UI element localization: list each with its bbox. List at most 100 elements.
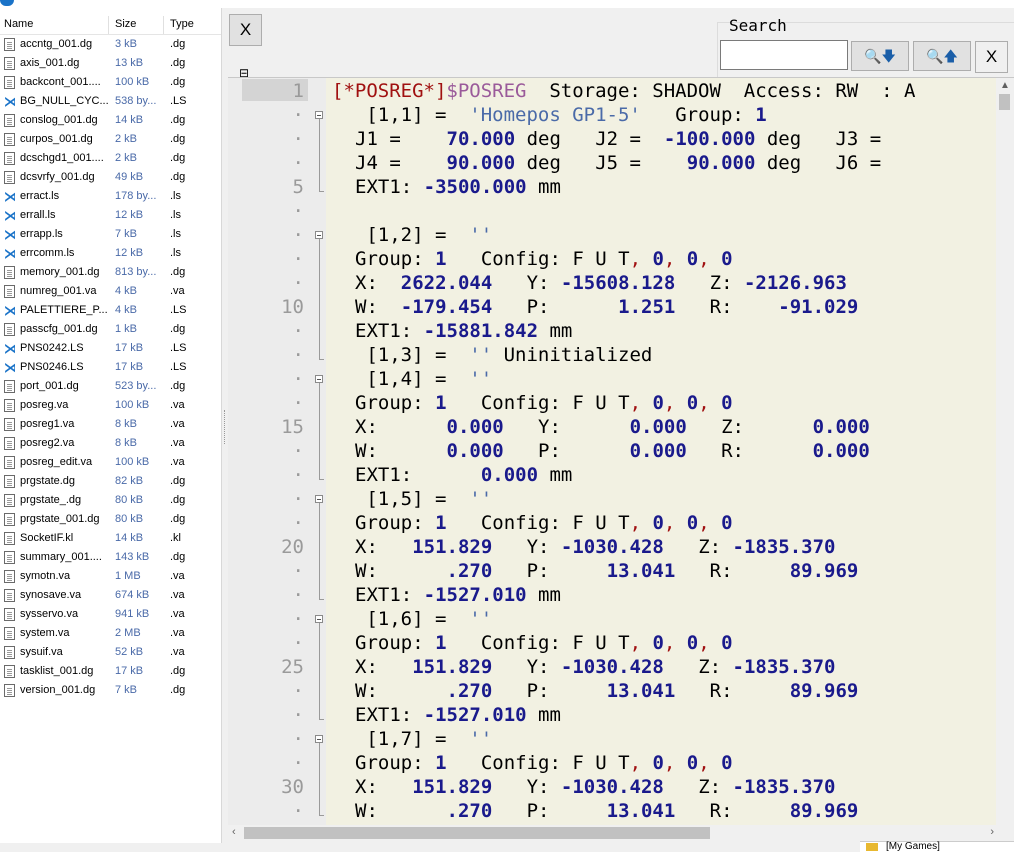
- file-list-row[interactable]: prgstate.dg 82 kB .dg: [0, 472, 221, 491]
- taskbar-item[interactable]: [My Games]: [860, 841, 1014, 852]
- code-token: 89.969: [789, 680, 859, 702]
- file-list-row[interactable]: sysservo.va 941 kB .va: [0, 605, 221, 624]
- file-size: 2 MB: [115, 627, 141, 639]
- file-list-row[interactable]: numreg_001.va 4 kB .va: [0, 282, 221, 301]
- search-next-button[interactable]: 🔍🡇: [851, 41, 909, 71]
- file-list-row[interactable]: curpos_001.dg 2 kB .dg: [0, 130, 221, 149]
- file-list-row[interactable]: prgstate_.dg 80 kB .dg: [0, 491, 221, 510]
- line-number: ·: [292, 152, 304, 174]
- file-list-row[interactable]: posreg.va 100 kB .va: [0, 396, 221, 415]
- code-line: [1,3] = '' Uninitialized: [332, 343, 652, 367]
- file-list-row[interactable]: axis_001.dg 13 kB .dg: [0, 54, 221, 73]
- scroll-right-icon[interactable]: ›: [990, 826, 994, 838]
- document-icon: [4, 665, 15, 678]
- scroll-up-icon[interactable]: ▲: [1000, 80, 1010, 91]
- file-list-row[interactable]: passcfg_001.dg 1 kB .dg: [0, 320, 221, 339]
- fold-guide-end: [319, 191, 324, 192]
- file-list-row[interactable]: accntg_001.dg 3 kB .dg: [0, 35, 221, 54]
- file-list-row[interactable]: posreg2.va 8 kB .va: [0, 434, 221, 453]
- fold-collapse-icon[interactable]: [315, 735, 323, 743]
- search-previous-button[interactable]: 🔍🡅: [913, 41, 971, 71]
- file-list-row[interactable]: system.va 2 MB .va: [0, 624, 221, 643]
- column-separator[interactable]: [163, 16, 164, 34]
- file-name: version_001.dg: [20, 684, 96, 696]
- document-icon: [4, 171, 15, 184]
- vscode-icon: ⋊: [4, 361, 15, 374]
- fold-collapse-icon[interactable]: [315, 375, 323, 383]
- file-name: prgstate.dg: [20, 475, 76, 487]
- file-list-row[interactable]: synosave.va 674 kB .va: [0, 586, 221, 605]
- code-token: [1,1] =: [332, 104, 470, 126]
- horizontal-scrollbar[interactable]: ‹ ›: [228, 825, 998, 841]
- code-token: [1,5] =: [332, 488, 470, 510]
- code-token: -1835.370: [732, 656, 836, 678]
- code-token: [1,4] =: [332, 368, 470, 390]
- code-editor[interactable]: 1 · · · 5 · · · · 10 · · · · 15 · · · · 20 · · · · 25 · · · · 30 · [*P…: [228, 77, 1014, 826]
- file-list-row[interactable]: version_001.dg 7 kB .dg: [0, 681, 221, 700]
- file-size: 100 kB: [115, 456, 150, 468]
- file-list-row[interactable]: ⋊ erract.ls 178 by... .ls: [0, 187, 221, 206]
- close-search-button[interactable]: X: [975, 41, 1008, 73]
- file-size: 7 kB: [115, 228, 138, 240]
- scroll-left-icon[interactable]: ‹: [232, 826, 236, 838]
- column-separator[interactable]: [108, 16, 109, 34]
- file-type: .dg: [170, 380, 186, 392]
- file-list-row[interactable]: summary_001.... 143 kB .dg: [0, 548, 221, 567]
- file-list-row[interactable]: ⋊ errall.ls 12 kB .ls: [0, 206, 221, 225]
- file-name: memory_001.dg: [20, 266, 100, 278]
- file-name: posreg2.va: [20, 437, 75, 449]
- code-token: 0: [641, 512, 664, 534]
- code-area[interactable]: [*POSREG*]$POSREG Storage: SHADOW Access…: [326, 78, 998, 826]
- file-list-row[interactable]: port_001.dg 523 by... .dg: [0, 377, 221, 396]
- file-size: 4 kB: [115, 304, 138, 316]
- file-list-row[interactable]: prgstate_001.dg 80 kB .dg: [0, 510, 221, 529]
- code-token: 1: [435, 752, 447, 774]
- file-type: .dg: [170, 152, 186, 164]
- file-list-row[interactable]: posreg1.va 8 kB .va: [0, 415, 221, 434]
- file-size: 1 kB: [115, 323, 138, 335]
- column-header-name[interactable]: Name: [4, 18, 33, 30]
- code-token: [1,7] =: [332, 728, 470, 750]
- code-token: 0: [709, 392, 733, 414]
- file-list-row[interactable]: SocketIF.kl 14 kB .kl: [0, 529, 221, 548]
- horizontal-scroll-thumb[interactable]: [244, 827, 710, 839]
- code-token: P:: [503, 440, 630, 462]
- fold-collapse-icon[interactable]: [315, 615, 323, 623]
- file-list-row[interactable]: ⋊ PNS0246.LS 17 kB .LS: [0, 358, 221, 377]
- column-header-type[interactable]: Type: [170, 18, 194, 30]
- code-token: -2126.963: [743, 272, 847, 294]
- file-list-row[interactable]: dcsvrfy_001.dg 49 kB .dg: [0, 168, 221, 187]
- file-list-row[interactable]: symotn.va 1 MB .va: [0, 567, 221, 586]
- file-list-row[interactable]: memory_001.dg 813 by... .dg: [0, 263, 221, 282]
- code-token: 90.000: [446, 152, 516, 174]
- vertical-scroll-thumb[interactable]: [999, 94, 1010, 110]
- file-list-row[interactable]: posreg_edit.va 100 kB .va: [0, 453, 221, 472]
- line-number: ·: [292, 704, 304, 726]
- file-list-row[interactable]: conslog_001.dg 14 kB .dg: [0, 111, 221, 130]
- file-name: curpos_001.dg: [20, 133, 93, 145]
- file-name: sysuif.va: [20, 646, 63, 658]
- file-list-row[interactable]: ⋊ BG_NULL_CYC... 538 by... .LS: [0, 92, 221, 111]
- fold-collapse-icon[interactable]: [315, 111, 323, 119]
- file-list-row[interactable]: backcont_001.... 100 kB .dg: [0, 73, 221, 92]
- file-size: 8 kB: [115, 437, 138, 449]
- fold-collapse-icon[interactable]: [315, 231, 323, 239]
- fold-collapse-icon[interactable]: [315, 495, 323, 503]
- file-size: 4 kB: [115, 285, 138, 297]
- document-icon: [4, 285, 15, 298]
- vscode-icon: ⋊: [4, 247, 15, 260]
- close-file-list-button[interactable]: X: [229, 14, 262, 46]
- code-token: '': [469, 728, 493, 750]
- file-list-row[interactable]: tasklist_001.dg 17 kB .dg: [0, 662, 221, 681]
- file-list-row[interactable]: sysuif.va 52 kB .va: [0, 643, 221, 662]
- document-icon: [4, 627, 15, 640]
- search-input[interactable]: [720, 40, 848, 70]
- file-list-row[interactable]: ⋊ PNS0242.LS 17 kB .LS: [0, 339, 221, 358]
- file-list-row[interactable]: ⋊ errcomm.ls 12 kB .ls: [0, 244, 221, 263]
- column-header-size[interactable]: Size: [115, 18, 136, 30]
- vertical-scrollbar[interactable]: ▲: [996, 78, 1014, 826]
- file-list-row[interactable]: dcschgd1_001.... 2 kB .dg: [0, 149, 221, 168]
- code-token: 0: [641, 392, 664, 414]
- file-list-row[interactable]: ⋊ errapp.ls 7 kB .ls: [0, 225, 221, 244]
- file-list-row[interactable]: ⋊ PALETTIERE_P... 4 kB .LS: [0, 301, 221, 320]
